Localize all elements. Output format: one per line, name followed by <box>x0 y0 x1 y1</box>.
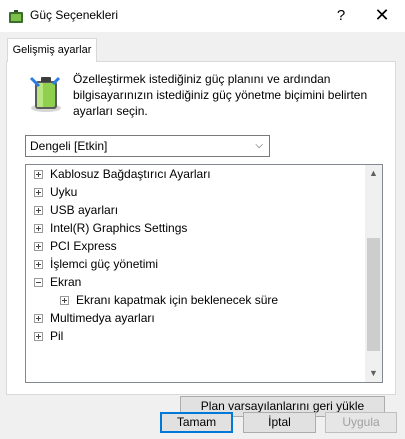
apply-button[interactable]: Uygula <box>325 412 397 433</box>
tree-item-label: Ekran <box>50 275 82 289</box>
tree-item-label: USB ayarları <box>50 203 119 217</box>
description-text: Özelleştirmek istediğiniz güç planını ve… <box>73 72 368 118</box>
expand-icon[interactable] <box>34 260 43 269</box>
expand-icon[interactable] <box>34 188 43 197</box>
scrollbar-thumb[interactable] <box>367 238 380 351</box>
tree-item[interactable]: Uyku <box>26 183 362 201</box>
tree-item-label: Uyku <box>50 185 78 199</box>
tab-advanced-settings[interactable]: Gelişmiş ayarlar <box>7 38 97 62</box>
tree-item-label: Ekranı kapatmak için beklenecek süre <box>76 293 279 307</box>
tree-item-label: PCI Express <box>50 239 117 253</box>
expand-icon[interactable] <box>34 314 43 323</box>
cancel-button[interactable]: İptal <box>243 412 316 433</box>
power-options-icon <box>9 10 23 23</box>
tree-item-label: Kablosuz Bağdaştırıcı Ayarları <box>50 167 211 181</box>
tree-item[interactable]: Intel(R) Graphics Settings <box>26 219 362 237</box>
settings-tree[interactable]: Kablosuz Bağdaştırıcı Ayarları Uyku USB … <box>25 164 383 383</box>
tree-item[interactable]: PCI Express <box>26 237 362 255</box>
scroll-up-arrow-icon[interactable]: ▲ <box>365 165 382 182</box>
tree-item-label: Multimedya ayarları <box>50 311 155 325</box>
tree-item[interactable]: Pil <box>26 327 362 345</box>
tree-item[interactable]: Multimedya ayarları <box>26 309 362 327</box>
tree-item-label: Pil <box>50 329 64 343</box>
power-plan-select[interactable]: Dengeli [Etkin] ⌵ <box>25 135 270 157</box>
window-title: Güç Seçenekleri <box>30 8 119 22</box>
tree-item-label: Intel(R) Graphics Settings <box>50 221 188 235</box>
expand-icon[interactable] <box>34 170 43 179</box>
tree-item-label: İşlemci güç yönetimi <box>50 257 159 271</box>
help-button[interactable]: ? <box>318 0 364 32</box>
power-plan-value: Dengeli [Etkin] <box>30 139 108 153</box>
tree-item[interactable]: İşlemci güç yönetimi <box>26 255 362 273</box>
tree-item[interactable]: USB ayarları <box>26 201 362 219</box>
title-bar: Güç Seçenekleri ? ✕ <box>0 0 405 32</box>
tab-panel: Özelleştirmek istediğiniz güç planını ve… <box>6 61 396 417</box>
expand-icon[interactable] <box>34 206 43 215</box>
dialog-body: Gelişmiş ayarlar Özelleştirmek istediğin… <box>0 32 405 439</box>
expand-icon[interactable] <box>34 224 43 233</box>
settings-tree-list: Kablosuz Bağdaştırıcı Ayarları Uyku USB … <box>26 165 362 345</box>
chevron-down-icon: ⌵ <box>255 140 263 151</box>
tree-item[interactable]: Kablosuz Bağdaştırıcı Ayarları <box>26 165 362 183</box>
battery-icon <box>29 76 61 112</box>
ok-button[interactable]: Tamam <box>160 412 233 433</box>
close-button[interactable]: ✕ <box>359 0 405 32</box>
vertical-scrollbar[interactable]: ▲ ▼ <box>365 165 382 382</box>
tree-item[interactable]: Ekranı kapatmak için beklenecek süre <box>26 291 362 309</box>
collapse-icon[interactable] <box>34 278 43 287</box>
scroll-down-arrow-icon[interactable]: ▼ <box>365 365 382 382</box>
expand-icon[interactable] <box>34 332 43 341</box>
expand-icon[interactable] <box>34 242 43 251</box>
tree-item[interactable]: Ekran <box>26 273 362 291</box>
expand-icon[interactable] <box>60 296 69 305</box>
